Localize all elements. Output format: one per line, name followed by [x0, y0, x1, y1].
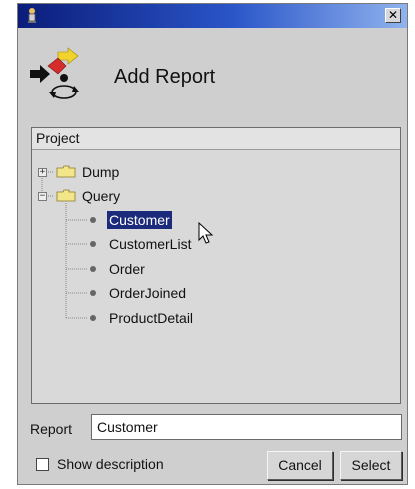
- report-bullet-icon: [90, 266, 96, 272]
- expand-dump-icon[interactable]: +: [38, 168, 47, 177]
- tree-item-customer[interactable]: Customer: [107, 211, 172, 229]
- report-bullet-icon: [90, 241, 96, 247]
- folder-icon: [56, 165, 76, 178]
- dialog-header: Add Report: [18, 28, 407, 116]
- add-report-dialog: ✕ Add Report Project + Dump − Query Cust…: [17, 3, 408, 485]
- tree-item-customerlist[interactable]: CustomerList: [109, 235, 191, 253]
- collapse-query-icon[interactable]: −: [38, 192, 47, 201]
- tree-item-productdetail[interactable]: ProductDetail: [109, 309, 193, 327]
- tree-item-dump[interactable]: Dump: [82, 163, 119, 181]
- close-icon: ✕: [387, 8, 399, 22]
- app-icon: [28, 8, 36, 23]
- show-description-checkbox[interactable]: [36, 458, 49, 471]
- report-bullet-icon: [90, 217, 96, 223]
- page-title: Add Report: [114, 66, 216, 88]
- tree-item-order[interactable]: Order: [109, 260, 145, 278]
- title-bar[interactable]: ✕: [18, 4, 407, 28]
- report-label: Report: [30, 421, 73, 437]
- tree-item-query[interactable]: Query: [82, 187, 120, 205]
- tree-connector-lines: [41, 171, 87, 319]
- folder-open-icon: [56, 189, 76, 202]
- report-name-input[interactable]: [91, 414, 402, 440]
- report-bullet-icon: [90, 315, 96, 321]
- add-report-icon: [30, 47, 79, 99]
- mouse-pointer-icon: [198, 222, 214, 244]
- close-button[interactable]: ✕: [385, 8, 401, 23]
- cancel-button[interactable]: Cancel: [267, 451, 333, 480]
- select-button[interactable]: Select: [340, 451, 402, 480]
- show-description-label[interactable]: Show description: [57, 456, 164, 472]
- report-bullet-icon: [90, 290, 96, 296]
- tree-item-orderjoined[interactable]: OrderJoined: [109, 284, 186, 302]
- project-tree[interactable]: Project + Dump − Query Customer Customer…: [31, 127, 401, 404]
- tree-column-header[interactable]: Project: [32, 128, 400, 150]
